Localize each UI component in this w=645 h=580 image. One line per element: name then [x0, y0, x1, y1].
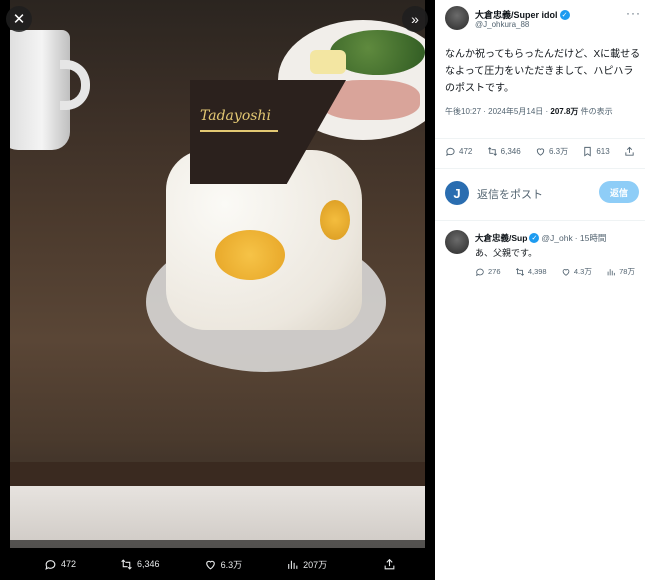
- media-repost-button[interactable]: 6,346: [120, 558, 160, 571]
- post-meta: 午後10:27 · 2024年5月14日 · 207.8万 件の表示: [445, 104, 641, 120]
- bookmark-count: 613: [596, 147, 610, 156]
- reply-author-name[interactable]: 大倉忠義/Sup: [475, 232, 527, 244]
- divider: [435, 138, 645, 139]
- reply-icon: [45, 559, 56, 570]
- reply-composer: J 返信をポスト 返信: [445, 178, 641, 208]
- avatar[interactable]: [445, 6, 469, 30]
- reply-icon: [476, 268, 484, 276]
- reply-reply-stat[interactable]: 276: [475, 267, 501, 277]
- post-text: なんか祝ってもらったんだけど、Xに載せるなよって圧力をいただきまして、ハピハラの…: [445, 49, 641, 94]
- media-share-button[interactable]: [383, 558, 396, 571]
- reply-like-count: 4.3万: [573, 267, 592, 276]
- heart-icon: [205, 560, 215, 569]
- divider: [435, 168, 645, 169]
- media-like-count: 6.3万: [220, 559, 243, 570]
- bookmark-icon: [584, 146, 592, 157]
- author-handle[interactable]: @J_ohkura_88: [475, 20, 529, 29]
- repost-count: 6,346: [500, 147, 521, 156]
- more-options-icon[interactable]: ···: [626, 6, 641, 20]
- reply-repost-stat[interactable]: 4,398: [515, 267, 547, 277]
- share-stat[interactable]: [624, 146, 635, 157]
- post-photo[interactable]: Tadayoshi: [10, 0, 425, 548]
- reply-stat[interactable]: 472: [445, 146, 472, 157]
- table-edge: [10, 462, 425, 486]
- media-view-count: 207万: [303, 559, 328, 570]
- plaque-text: Tadayoshi: [200, 108, 271, 124]
- close-icon: ✕: [12, 10, 26, 28]
- reply-views-stat[interactable]: 78万: [606, 266, 635, 277]
- post-views: 207.8万: [550, 107, 579, 116]
- photo-shadow: [10, 540, 425, 548]
- current-user-avatar[interactable]: J: [445, 181, 469, 205]
- bar-chart-icon: [607, 268, 615, 275]
- repost-icon: [487, 147, 497, 156]
- repost-stat[interactable]: 6,346: [487, 146, 521, 157]
- bookmark-stat[interactable]: 613: [582, 146, 610, 157]
- heart-icon: [562, 268, 570, 276]
- cake-filling-side: [320, 200, 350, 240]
- media-views-button[interactable]: 207万: [286, 558, 327, 571]
- media-reply-button[interactable]: 472: [44, 558, 76, 571]
- heart-icon: [536, 148, 545, 156]
- like-stat[interactable]: 6.3万: [535, 146, 568, 157]
- reply-text: あ、父親です。: [475, 248, 538, 258]
- share-icon: [384, 558, 395, 569]
- media-action-bar: 472 6,346 6.3万 207万: [0, 548, 435, 580]
- reply-icon: [446, 147, 455, 157]
- cheese: [310, 50, 346, 74]
- media-viewer: Tadayoshi ✕ » 472 6,346 6.3万 207万: [0, 0, 435, 580]
- cake-filling: [215, 230, 285, 280]
- media-like-button[interactable]: 6.3万: [204, 558, 243, 571]
- reply-view-count: 78万: [619, 267, 635, 276]
- expand-panel-button[interactable]: »: [402, 6, 428, 32]
- reply-time[interactable]: · 15時間: [575, 232, 607, 244]
- reply-header: 大倉忠義/Sup ✓ @J_ohk · 15時間: [475, 232, 606, 244]
- plaque-underline: [200, 130, 278, 132]
- reply-reply-count: 276: [488, 267, 501, 276]
- media-repost-count: 6,346: [137, 559, 160, 569]
- like-count: 6.3万: [548, 147, 569, 156]
- reply-like-stat[interactable]: 4.3万: [561, 266, 592, 277]
- mug-handle: [60, 60, 90, 110]
- repost-icon: [515, 267, 524, 276]
- repost-icon: [121, 558, 132, 570]
- post-media-page: Tadayoshi ✕ » 472 6,346 6.3万 207万 大倉忠義/S…: [0, 0, 645, 580]
- reply-input[interactable]: 返信をポスト: [477, 186, 543, 202]
- share-icon: [625, 146, 634, 156]
- post-stats-bar: 472 6,346 6.3万 613: [445, 146, 635, 157]
- media-reply-count: 472: [61, 559, 77, 569]
- reply-button[interactable]: 返信: [599, 181, 639, 203]
- close-button[interactable]: ✕: [6, 6, 32, 32]
- post-detail-panel: 大倉忠義/Super idol ✓ @J_ohkura_88 ··· なんか祝っ…: [435, 0, 645, 580]
- post-views-suffix: 件の表示: [578, 107, 613, 116]
- bar-chart-icon: [288, 560, 298, 569]
- double-chevron-right-icon: »: [411, 11, 419, 27]
- reply-stats-bar: 276 4,398 4.3万 78万: [475, 266, 635, 277]
- verified-badge-icon: ✓: [559, 9, 570, 20]
- floor: [10, 486, 425, 548]
- reply-handle[interactable]: @J_ohk: [541, 233, 572, 243]
- reply-count: 472: [459, 147, 473, 156]
- post-time[interactable]: 午後10:27 · 2024年5月14日 ·: [445, 107, 550, 116]
- divider: [435, 220, 645, 221]
- reply-repost-count: 4,398: [527, 267, 547, 276]
- verified-badge-icon: ✓: [529, 233, 540, 243]
- reply-avatar[interactable]: [445, 230, 469, 254]
